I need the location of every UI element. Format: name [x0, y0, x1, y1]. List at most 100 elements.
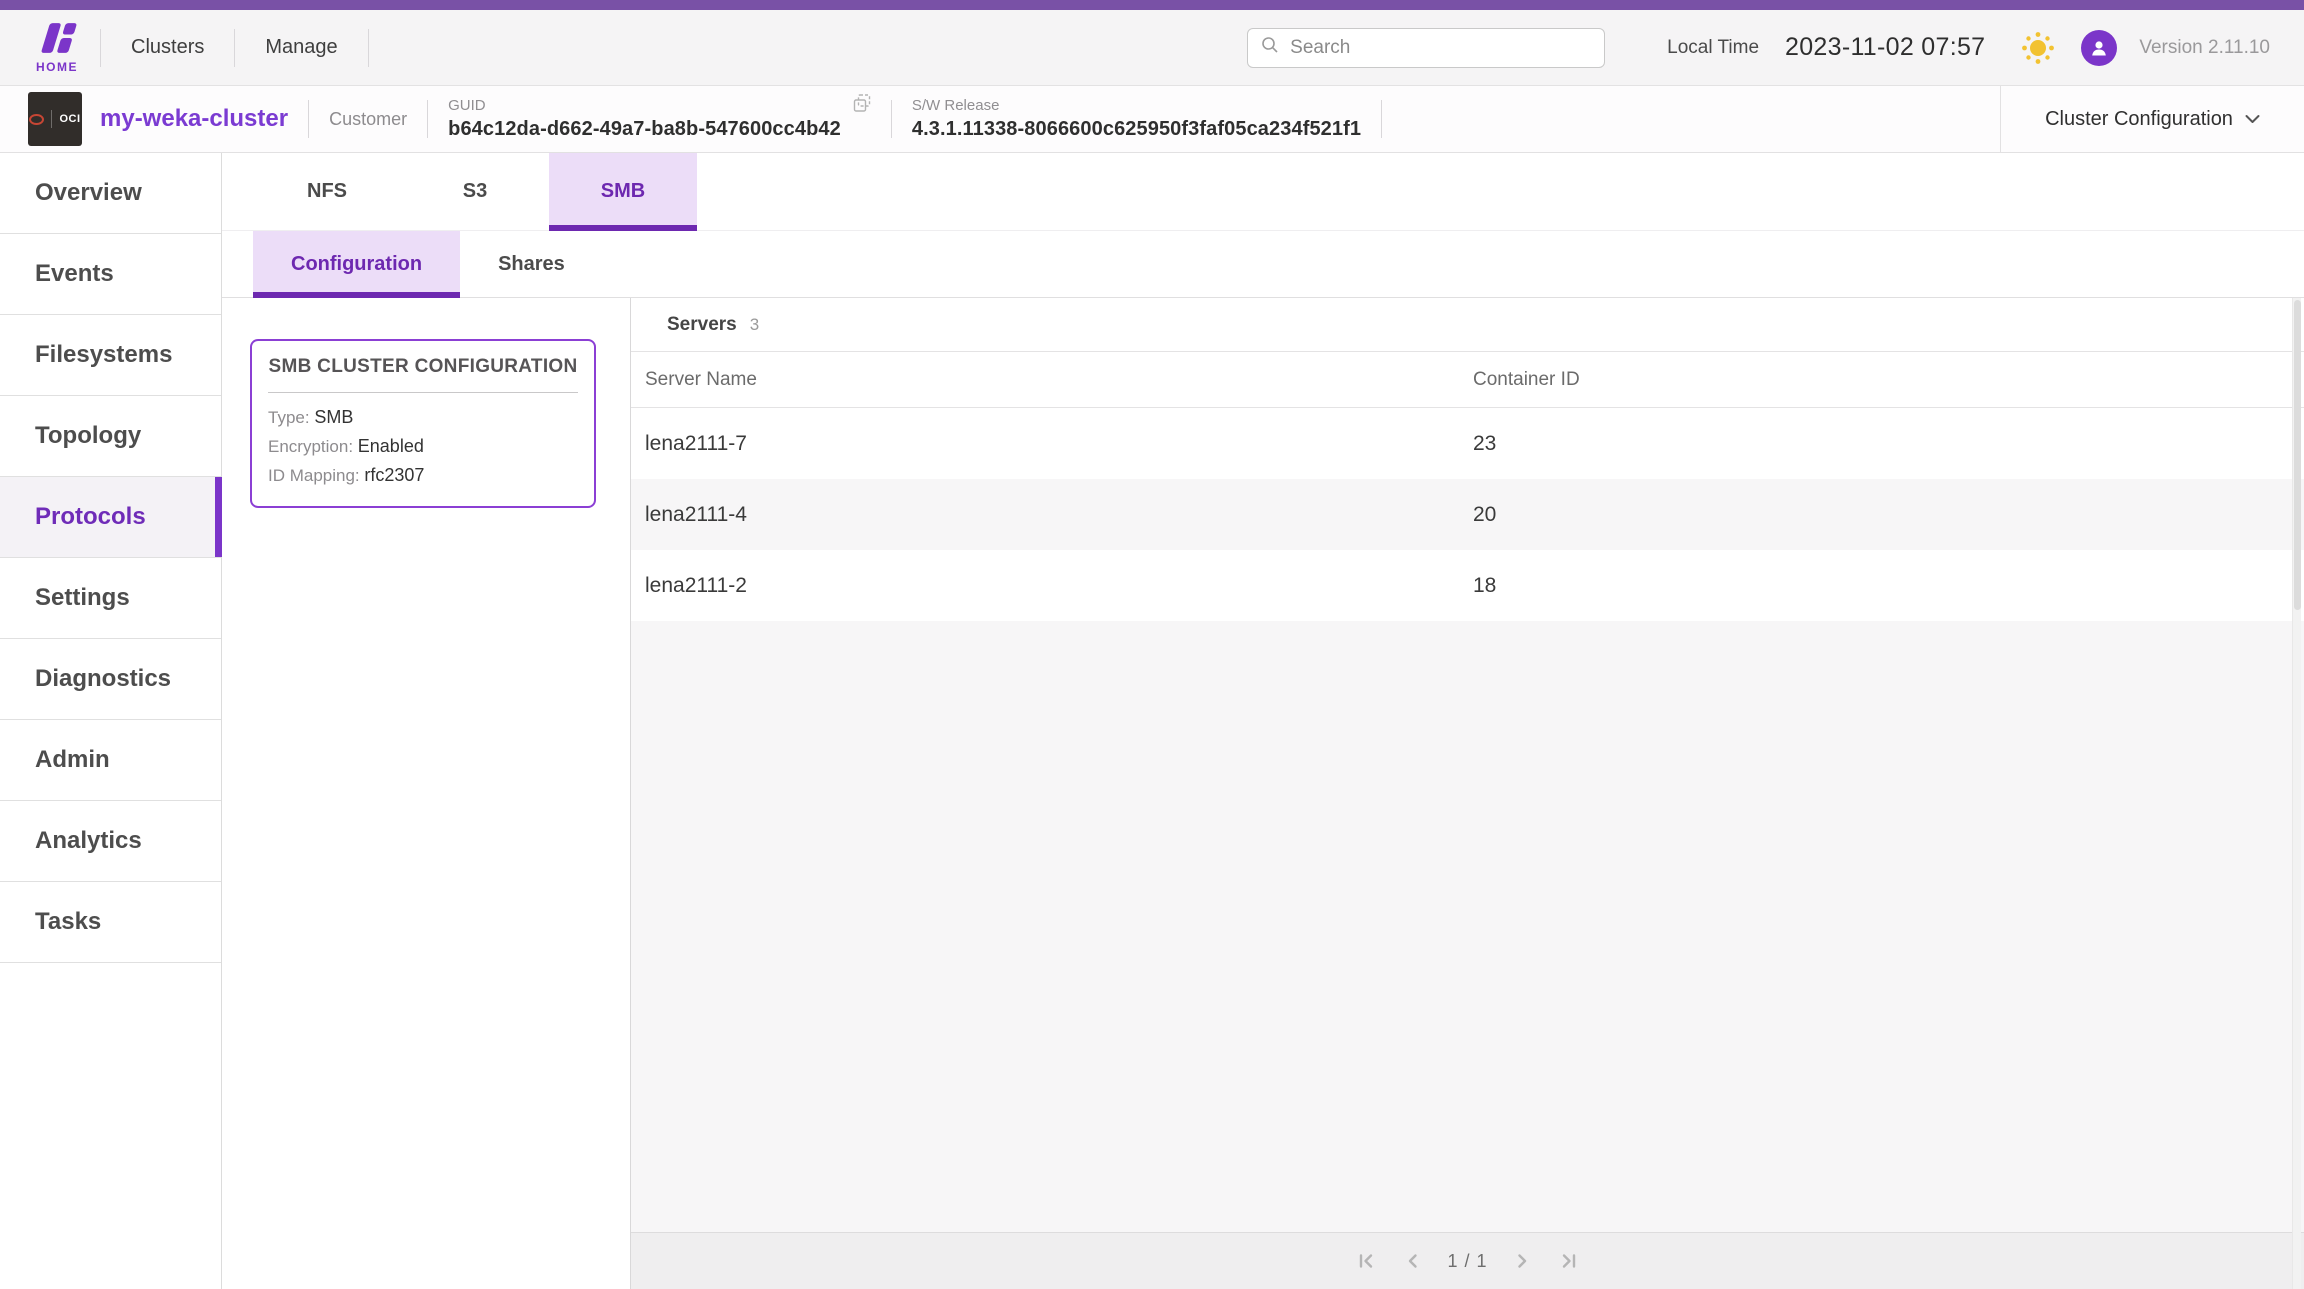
- theme-toggle-button[interactable]: [2021, 31, 2055, 65]
- servers-count-badge: 3: [750, 315, 759, 335]
- tab-nfs[interactable]: NFS: [253, 153, 401, 230]
- servers-table-header: Server Name Container ID: [631, 352, 2304, 408]
- weka-logo-icon: [36, 21, 78, 60]
- search-input[interactable]: [1290, 37, 1592, 59]
- subtab-configuration[interactable]: Configuration: [253, 231, 460, 297]
- cluster-configuration-dropdown-label: Cluster Configuration: [2045, 108, 2233, 131]
- top-accent-strip: [0, 0, 2304, 10]
- divider: [427, 100, 428, 138]
- first-page-button[interactable]: [1357, 1251, 1377, 1271]
- cell-server-name: lena2111-2: [631, 574, 1473, 598]
- config-value: Enabled: [358, 436, 424, 456]
- scrollbar-thumb[interactable]: [2294, 300, 2301, 610]
- next-page-icon: [1516, 1251, 1530, 1271]
- tab-s3[interactable]: S3: [401, 153, 549, 230]
- cluster-configuration-dropdown[interactable]: Cluster Configuration: [2000, 86, 2304, 152]
- vertical-scrollbar[interactable]: [2292, 298, 2301, 1289]
- column-header-container-id: Container ID: [1473, 369, 2304, 391]
- sidebar-item-events[interactable]: Events: [0, 234, 221, 315]
- cell-server-name: lena2111-7: [631, 432, 1473, 456]
- config-row-encryption: Encryption: Enabled: [268, 432, 578, 461]
- oci-logo-label: OCI: [59, 113, 80, 125]
- previous-page-button[interactable]: [1405, 1251, 1419, 1271]
- oci-logo: OCI: [28, 92, 82, 146]
- cell-server-name: lena2111-4: [631, 503, 1473, 527]
- smb-configuration-body: SMB CLUSTER CONFIGURATION Type: SMB Encr…: [222, 298, 2304, 1289]
- cell-container-id: 23: [1473, 432, 2304, 456]
- divider: [891, 100, 892, 138]
- config-value: rfc2307: [364, 465, 424, 485]
- cell-container-id: 20: [1473, 503, 2304, 527]
- servers-panel-header: Servers 3: [631, 298, 2304, 352]
- nav-item-manage[interactable]: Manage: [239, 10, 363, 86]
- subtab-shares[interactable]: Shares: [460, 231, 603, 297]
- home-logo-label: HOME: [36, 60, 78, 74]
- last-page-icon: [1558, 1251, 1578, 1271]
- guid-block: GUID b64c12da-d662-49a7-ba8b-547600cc4b4…: [448, 96, 841, 142]
- sw-release-value: 4.3.1.11338-8066600c625950f3faf05ca234f5…: [912, 116, 1361, 142]
- table-empty-area: [631, 621, 2304, 1232]
- config-card-title: SMB CLUSTER CONFIGURATION: [268, 356, 578, 378]
- user-avatar-button[interactable]: [2081, 30, 2117, 66]
- version-label: Version 2.11.10: [2139, 37, 2270, 59]
- divider: [308, 100, 309, 138]
- guid-value: b64c12da-d662-49a7-ba8b-547600cc4b42: [448, 116, 841, 142]
- sidebar-item-topology[interactable]: Topology: [0, 396, 221, 477]
- table-row[interactable]: lena2111-4 20: [631, 479, 2304, 550]
- previous-page-icon: [1405, 1251, 1419, 1271]
- protocol-tabs: NFS S3 SMB: [222, 153, 2304, 231]
- oci-o-icon: [29, 114, 44, 125]
- weka-app: HOME Clusters Manage Local Time 2023-11-…: [0, 0, 2304, 1289]
- column-header-server-name: Server Name: [631, 369, 1473, 391]
- smb-config-panel: SMB CLUSTER CONFIGURATION Type: SMB Encr…: [222, 298, 631, 1289]
- home-logo-button[interactable]: HOME: [28, 21, 86, 74]
- sidebar-item-admin[interactable]: Admin: [0, 720, 221, 801]
- sidebar-item-settings[interactable]: Settings: [0, 558, 221, 639]
- divider: [100, 29, 101, 67]
- user-icon: [2089, 38, 2109, 58]
- top-bar: HOME Clusters Manage Local Time 2023-11-…: [0, 10, 2304, 86]
- guid-label: GUID: [448, 96, 841, 116]
- divider: [268, 392, 578, 393]
- first-page-icon: [1357, 1251, 1377, 1271]
- main-area: Overview Events Filesystems Topology Pro…: [0, 153, 2304, 1289]
- config-label: Encryption:: [268, 437, 353, 456]
- sidebar-item-protocols[interactable]: Protocols: [0, 477, 221, 558]
- servers-panel: Servers 3 Server Name Container ID lena2…: [631, 298, 2304, 1289]
- sidebar-item-filesystems[interactable]: Filesystems: [0, 315, 221, 396]
- pagination-bar: 1 / 1: [631, 1232, 2304, 1289]
- tab-smb[interactable]: SMB: [549, 153, 697, 230]
- chevron-down-icon: [2245, 114, 2260, 124]
- config-label: Type:: [268, 408, 310, 427]
- smb-subtabs: Configuration Shares: [222, 231, 2304, 298]
- smb-cluster-configuration-card: SMB CLUSTER CONFIGURATION Type: SMB Encr…: [250, 339, 596, 508]
- customer-label: Customer: [329, 109, 407, 130]
- nav-item-clusters[interactable]: Clusters: [105, 10, 230, 86]
- sidebar-item-diagnostics[interactable]: Diagnostics: [0, 639, 221, 720]
- config-row-id-mapping: ID Mapping: rfc2307: [268, 461, 578, 490]
- config-label: ID Mapping:: [268, 466, 360, 485]
- last-page-button[interactable]: [1558, 1251, 1578, 1271]
- config-row-type: Type: SMB: [268, 403, 578, 432]
- copy-icon: [853, 94, 871, 112]
- table-row[interactable]: lena2111-2 18: [631, 550, 2304, 621]
- sidebar-item-tasks[interactable]: Tasks: [0, 882, 221, 963]
- servers-title: Servers: [667, 314, 737, 336]
- search-icon: [1260, 35, 1280, 60]
- divider: [234, 29, 235, 67]
- table-row[interactable]: lena2111-7 23: [631, 408, 2304, 479]
- cluster-bar: OCI my-weka-cluster Customer GUID b64c12…: [0, 86, 2304, 153]
- config-value: SMB: [314, 407, 353, 427]
- sidebar: Overview Events Filesystems Topology Pro…: [0, 153, 222, 1289]
- sidebar-item-overview[interactable]: Overview: [0, 153, 221, 234]
- cluster-name: my-weka-cluster: [100, 105, 288, 133]
- search-box[interactable]: [1247, 28, 1605, 68]
- sidebar-item-analytics[interactable]: Analytics: [0, 801, 221, 882]
- divider: [1381, 100, 1382, 138]
- sun-icon: [2021, 31, 2055, 65]
- local-time-value: 2023-11-02 07:57: [1785, 33, 1985, 62]
- page-indicator: 1 / 1: [1447, 1251, 1487, 1272]
- copy-guid-button[interactable]: [853, 94, 871, 112]
- cell-container-id: 18: [1473, 574, 2304, 598]
- next-page-button[interactable]: [1516, 1251, 1530, 1271]
